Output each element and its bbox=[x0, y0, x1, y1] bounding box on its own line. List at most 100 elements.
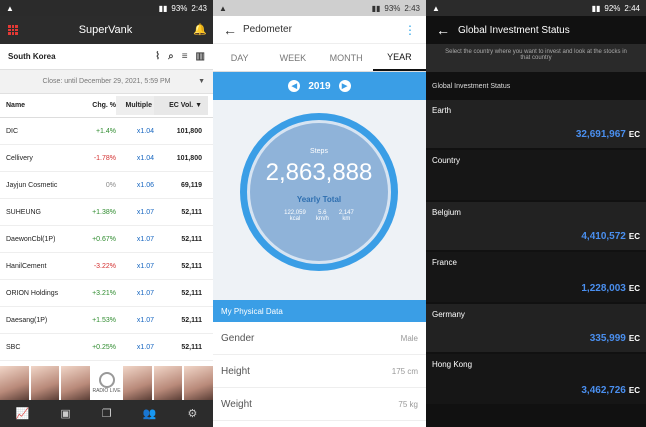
next-year-icon[interactable]: ▶ bbox=[338, 80, 351, 92]
table-row[interactable]: Jayjun Cosmetic 0% x1.06 69,119 bbox=[0, 172, 213, 199]
year-label: 2019 bbox=[308, 80, 331, 92]
thumbnail[interactable] bbox=[122, 366, 152, 400]
header-ec-vol[interactable]: EC Vol. ▼ bbox=[154, 96, 208, 115]
menu-grid-icon[interactable] bbox=[8, 25, 18, 35]
table-row[interactable]: SUHEUNG +1.38% x1.07 52,111 bbox=[0, 199, 213, 226]
chevron-down-icon: ▼ bbox=[198, 78, 205, 85]
thumbnail-strip: RADIO LIVE bbox=[0, 366, 213, 400]
more-vert-icon[interactable]: ⋮ bbox=[404, 23, 416, 37]
table-row[interactable]: Cellivery -1.78% x1.04 101,800 bbox=[0, 145, 213, 172]
table-row[interactable]: SBC +0.25% x1.07 52,111 bbox=[0, 334, 213, 361]
table-row[interactable]: Daesang(1P) +1.53% x1.07 52,111 bbox=[0, 307, 213, 334]
stock-multiple: x1.04 bbox=[136, 154, 154, 162]
stock-name: SBC bbox=[6, 343, 21, 351]
app-bar: ← Pedometer ⋮ bbox=[213, 16, 426, 44]
chart-icon[interactable]: ⌇ bbox=[155, 51, 160, 62]
filter-icon[interactable]: ≡ bbox=[182, 51, 188, 62]
copy-tab-icon[interactable]: ❐ bbox=[102, 407, 112, 420]
stock-ec-vol: 101,800 bbox=[176, 154, 202, 162]
app-title: SuperVank bbox=[78, 24, 133, 36]
gender-row[interactable]: Gender Male bbox=[213, 322, 426, 355]
height-row[interactable]: Height 175 cm bbox=[213, 355, 426, 388]
building-icon[interactable]: ▥ bbox=[196, 51, 205, 62]
page-title: Pedometer bbox=[243, 24, 292, 35]
bottom-tab-bar: 📈 ▣ ❐ 👥 ⚙ bbox=[0, 400, 213, 427]
thumbnail[interactable] bbox=[61, 366, 91, 400]
stock-change: +0.25% bbox=[92, 343, 116, 351]
radio-live-logo[interactable]: RADIO LIVE bbox=[92, 366, 121, 400]
thumbnail[interactable] bbox=[184, 366, 213, 400]
thumbnail[interactable] bbox=[0, 366, 29, 400]
period-tabs: DAY WEEK MONTH YEAR bbox=[213, 44, 426, 72]
steps-label: Steps bbox=[310, 148, 328, 155]
stock-name: HanilCement bbox=[6, 262, 47, 270]
table-row[interactable]: DaewonCbl(1P) +0.67% x1.07 52,111 bbox=[0, 226, 213, 253]
tab-day[interactable]: DAY bbox=[213, 44, 266, 71]
country-row[interactable]: Earth 32,691,967 EC bbox=[426, 100, 646, 148]
tab-month[interactable]: MONTH bbox=[320, 44, 373, 71]
row-label: Height bbox=[221, 365, 250, 377]
amount-value: 32,691,967 bbox=[575, 129, 626, 140]
row-value: 175 cm bbox=[391, 366, 418, 376]
stock-change: 0% bbox=[105, 181, 116, 189]
back-arrow-icon[interactable]: ← bbox=[436, 22, 458, 38]
chart-tab-icon[interactable]: 📈 bbox=[16, 407, 30, 420]
people-tab-icon[interactable]: 👥 bbox=[143, 407, 157, 420]
amount-value: 1,228,003 bbox=[581, 283, 626, 294]
thumbnail[interactable] bbox=[153, 366, 183, 400]
table-row[interactable]: DIC +1.4% x1.04 101,800 bbox=[0, 118, 213, 145]
header-multiple[interactable]: Multiple bbox=[116, 96, 154, 115]
country-name: Hong Kong bbox=[432, 360, 473, 369]
notification-icon: ▲ bbox=[219, 3, 227, 13]
sort-desc-icon: ▼ bbox=[195, 102, 202, 109]
battery-level: 93% bbox=[171, 3, 188, 13]
back-arrow-icon[interactable]: ← bbox=[223, 22, 243, 38]
country-row[interactable]: France 1,228,003 EC bbox=[426, 252, 646, 302]
table-row[interactable]: HanilCement -3.22% x1.07 52,111 bbox=[0, 253, 213, 280]
country-row[interactable]: Germany 335,999 EC bbox=[426, 304, 646, 352]
table-row[interactable]: ORION Holdings +3.21% x1.07 52,111 bbox=[0, 280, 213, 307]
battery-level: 92% bbox=[604, 3, 621, 13]
search-icon[interactable]: ⌕ bbox=[168, 51, 174, 62]
signal-icon: ▮▮ bbox=[158, 3, 168, 13]
stock-table: DIC +1.4% x1.04 101,800 Cellivery -1.78% x1.04… bbox=[0, 118, 213, 361]
stock-multiple: x1.07 bbox=[136, 343, 154, 351]
country-row[interactable]: Country bbox=[426, 150, 646, 200]
yearly-total-label: Yearly Total bbox=[296, 195, 342, 204]
prev-year-icon[interactable]: ◀ bbox=[288, 80, 301, 92]
country-name: Earth bbox=[432, 106, 452, 115]
settings-tab-icon[interactable]: ⚙ bbox=[188, 407, 198, 420]
stock-name: Jayjun Cosmetic bbox=[6, 181, 58, 189]
row-label: Gender bbox=[221, 332, 255, 344]
stock-change: -1.78% bbox=[93, 154, 116, 162]
notification-icon: ▲ bbox=[6, 3, 14, 13]
stock-ec-vol: 52,111 bbox=[181, 208, 202, 216]
country-amount: 32,691,967 EC bbox=[576, 129, 640, 140]
instruction-text: Select the country where you want to inv… bbox=[426, 44, 646, 72]
stock-ec-vol: 69,119 bbox=[180, 181, 202, 189]
stat-unit: kcal bbox=[289, 216, 301, 222]
thumbnail[interactable] bbox=[30, 366, 60, 400]
header-chg[interactable]: Chg. % bbox=[76, 102, 116, 109]
logo-text: RADIO LIVE bbox=[92, 388, 121, 394]
row-value: Male bbox=[400, 333, 418, 343]
header-name[interactable]: Name bbox=[0, 102, 76, 109]
country-row[interactable]: Hong Kong 3,462,726 EC bbox=[426, 354, 646, 404]
weight-row[interactable]: Weight 75 kg bbox=[213, 388, 426, 421]
investment-panel: ▲ ▮▮ 92% 2:44 ← Global Investment Status… bbox=[426, 0, 646, 427]
bell-icon[interactable]: 🔔 bbox=[193, 24, 207, 36]
tab-week[interactable]: WEEK bbox=[266, 44, 319, 71]
stock-multiple: x1.04 bbox=[136, 127, 154, 135]
amount-unit: EC bbox=[628, 334, 640, 343]
stock-multiple: x1.07 bbox=[136, 235, 154, 243]
amount-unit: EC bbox=[628, 232, 640, 241]
country-row[interactable]: Belgium 4,410,572 EC bbox=[426, 202, 646, 250]
wallet-tab-icon[interactable]: ▣ bbox=[60, 407, 70, 420]
status-time: 2:43 bbox=[191, 3, 207, 13]
app-bar: ← Global Investment Status bbox=[426, 16, 646, 44]
row-label: Weight bbox=[221, 398, 252, 410]
market-close-dropdown[interactable]: Close: until December 29, 2021, 5:59 PM … bbox=[0, 70, 213, 94]
stock-change: -3.22% bbox=[93, 262, 116, 270]
stat-unit: km bbox=[342, 216, 351, 222]
tab-year[interactable]: YEAR bbox=[372, 44, 426, 71]
